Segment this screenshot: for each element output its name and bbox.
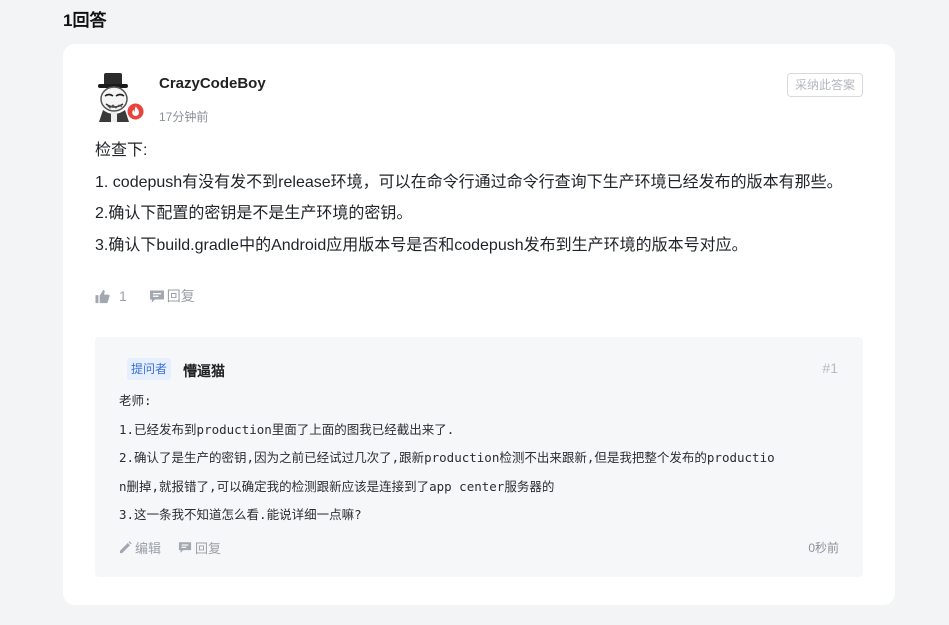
answer-timestamp: 17分钟前 — [159, 110, 209, 124]
like-button[interactable]: 1 — [95, 288, 127, 304]
asker-badge: 提问者 — [127, 358, 172, 380]
comment-line: n删掉,就报错了,可以确定我的检测跟新应该是连接到了app center服务器的 — [119, 478, 555, 494]
pencil-icon — [119, 541, 132, 554]
answer-line: 2.确认下配置的密钥是不是生产环境的密钥。 — [95, 205, 413, 222]
comment-timestamp: 0秒前 — [808, 541, 839, 555]
comment-thread: 提问者 懵逼猫 #1 老师: 1.已经发布到production里面了上面的图我… — [95, 337, 863, 577]
answer-line: 检查下: — [95, 142, 148, 159]
answer-actions: 1 回复 — [95, 286, 195, 306]
comment-bubble-icon — [149, 290, 164, 302]
reply-label: 回复 — [195, 541, 222, 556]
comment-line: 2.确认了是生产的密钥,因为之前已经试过几次了,跟新production检测不出… — [119, 450, 775, 465]
answer-line: 1. codepush有没有发不到release环境，可以在命令行通过命令行查询… — [95, 173, 843, 191]
comment-line: 3.这一条我不知道怎么看.能说详细一点嘛? — [119, 507, 362, 522]
accept-answer-button[interactable]: 采纳此答案 — [786, 73, 863, 97]
comment-body: 老师: 1.已经发布到production里面了上面的图我已经截出来了. 2.确… — [119, 387, 839, 530]
comment-bubble-icon — [178, 542, 192, 553]
reply-button[interactable]: 回复 — [149, 286, 195, 306]
comment-line: 1.已经发布到production里面了上面的图我已经截出来了. — [119, 421, 455, 437]
answer-line: 3.确认下build.gradle中的Android应用版本号是否和codepu… — [95, 236, 748, 254]
answer-author-name[interactable]: CrazyCodeBoy — [159, 75, 266, 92]
reply-comment-button[interactable]: 回复 — [178, 538, 221, 557]
edit-comment-button[interactable]: 编辑 — [119, 538, 161, 557]
answer-card: CrazyCodeBoy 17分钟前 采纳此答案 检查下: 1. codepus… — [63, 44, 895, 605]
like-count: 1 — [119, 288, 127, 304]
comment-line: 老师: — [119, 393, 152, 408]
reply-label: 回复 — [166, 288, 195, 304]
author-avatar[interactable] — [94, 72, 146, 122]
comment-actions: 编辑 回复 — [119, 538, 238, 557]
flame-badge-icon — [127, 103, 144, 120]
answer-body: 检查下: 1. codepush有没有发不到release环境，可以在命令行通过… — [95, 141, 875, 267]
comment-author-name[interactable]: 懵逼猫 — [183, 361, 225, 381]
comment-index: #1 — [822, 360, 838, 376]
thumbs-up-icon — [95, 289, 110, 303]
answers-count-heading: 1回答 — [63, 11, 107, 30]
edit-label: 编辑 — [135, 541, 162, 556]
